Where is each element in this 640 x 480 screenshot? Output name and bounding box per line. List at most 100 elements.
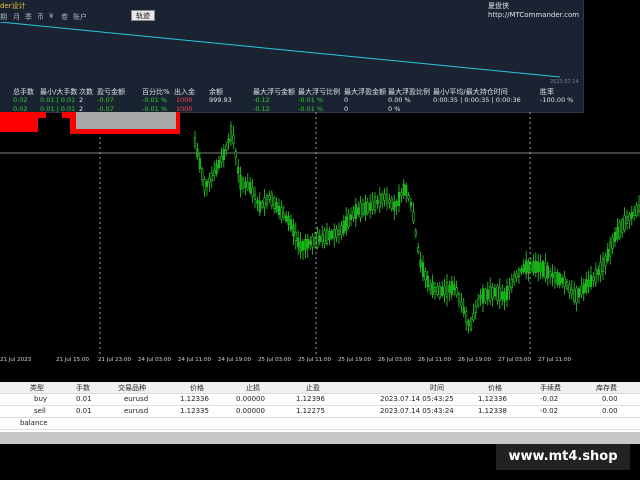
- x-axis-label: 25 Jul 03:00: [258, 357, 291, 363]
- candle-body: [438, 285, 441, 299]
- menu-item-yen[interactable]: ¥: [49, 12, 53, 20]
- candle-body: [604, 255, 607, 267]
- candle-body: [613, 232, 617, 242]
- equity-line: [0, 22, 561, 78]
- menu-item-quarter[interactable]: 季: [25, 12, 32, 22]
- candle-body: [388, 199, 391, 204]
- candle-body: [364, 201, 367, 216]
- candle-body: [376, 200, 379, 205]
- candle-body: [196, 148, 199, 158]
- cell-commission: -0.02: [540, 407, 559, 415]
- candle-body: [445, 282, 449, 298]
- candle-body: [294, 231, 297, 241]
- candle-body: [354, 204, 357, 219]
- menu-item-volume[interactable]: 卷: [61, 12, 68, 22]
- candle-body: [508, 286, 511, 291]
- candle-body: [229, 125, 233, 141]
- table-row[interactable]: buy 0.01 eurusd 1.12336 0.00000 1.12396 …: [0, 394, 640, 406]
- table-row-balance[interactable]: balance: [0, 418, 640, 430]
- candle-body: [429, 284, 432, 290]
- candle-body: [561, 278, 564, 284]
- candle-body: [201, 168, 204, 181]
- candle-body: [234, 151, 237, 159]
- candle-body: [472, 313, 475, 321]
- stats-panel: der设计 夏盘侠 http://MTCommander.com 期 月 季 币…: [0, 0, 584, 113]
- window-title: der设计: [0, 2, 26, 10]
- candle-body: [457, 293, 461, 302]
- candle-body: [589, 275, 593, 287]
- candle-body: [241, 178, 245, 189]
- candle-body: [215, 163, 218, 174]
- candle-body: [481, 288, 485, 304]
- stats-value: 0.01 | 0.01: [40, 96, 76, 104]
- candle-body: [304, 239, 307, 251]
- stats-value: -100.00 %: [540, 96, 574, 104]
- candle-body: [479, 294, 482, 299]
- column-header-price: 价格: [190, 384, 204, 392]
- candle-body: [258, 200, 261, 213]
- candle-body: [335, 228, 338, 238]
- candle-body: [253, 194, 257, 200]
- candle-body: [527, 261, 530, 273]
- candle-body: [594, 268, 597, 283]
- stats-header: 最大浮盈金额: [344, 88, 386, 96]
- cell-balance-label: balance: [20, 419, 48, 427]
- candle-body: [309, 240, 312, 245]
- candle-body: [431, 281, 434, 295]
- cell-close-price: 1.12336: [478, 395, 507, 403]
- menu-item-period[interactable]: 期: [0, 12, 7, 22]
- trend-button[interactable]: 轨迹: [131, 10, 155, 21]
- candle-body: [347, 213, 350, 228]
- candle-body: [318, 236, 321, 242]
- candle-body: [311, 236, 314, 248]
- candle-body: [419, 259, 422, 268]
- candle-body: [505, 286, 509, 300]
- candle-body: [453, 284, 456, 290]
- column-header-symbol: 交易品种: [118, 384, 146, 392]
- candle-body: [587, 279, 590, 287]
- candle-body: [227, 138, 230, 143]
- cell-type: sell: [34, 407, 46, 415]
- menu-item-currency[interactable]: 币: [37, 12, 44, 22]
- candle-body: [246, 182, 249, 190]
- candle-body: [359, 202, 362, 218]
- candle-body: [275, 202, 278, 212]
- candle-body: [520, 268, 523, 273]
- cell-sl: 0.00000: [236, 395, 265, 403]
- candle-body: [529, 263, 533, 271]
- column-header-type: 类型: [30, 384, 44, 392]
- candle-body: [256, 199, 259, 204]
- column-header-swap: 库存费: [596, 384, 617, 392]
- candle-body: [321, 234, 324, 242]
- table-row[interactable]: sell 0.01 eurusd 1.12335 0.00000 1.12275…: [0, 406, 640, 418]
- cell-sl: 0.00000: [236, 407, 265, 415]
- menu-item-account[interactable]: 账户: [73, 12, 87, 22]
- candle-body: [546, 265, 549, 279]
- candle-body: [249, 182, 252, 193]
- price-chart[interactable]: [0, 112, 640, 382]
- candle-body: [220, 155, 223, 163]
- candle-body: [503, 291, 506, 302]
- candle-body: [426, 276, 429, 288]
- candle-body: [193, 137, 197, 147]
- candle-body: [573, 290, 576, 302]
- candle-body: [448, 285, 451, 293]
- horizontal-scrollbar[interactable]: [0, 432, 640, 444]
- candle-body: [306, 238, 309, 249]
- candle-body: [203, 179, 206, 192]
- menu-item-month[interactable]: 月: [13, 12, 20, 22]
- candle-body: [469, 318, 473, 330]
- candle-body: [328, 230, 331, 241]
- x-axis-label: 26 Jul 11:00: [418, 357, 451, 363]
- candle-body: [407, 195, 410, 200]
- candle-body: [498, 287, 501, 302]
- candle-body: [222, 148, 225, 160]
- candle-body: [597, 269, 600, 275]
- candle-body: [630, 212, 633, 219]
- candle-body: [493, 287, 497, 297]
- column-header-sl: 止损: [246, 384, 260, 392]
- candle-body: [297, 237, 300, 248]
- candle-body: [532, 261, 535, 273]
- mini-chart-date: 2023.07.14: [550, 79, 579, 85]
- candle-body: [217, 160, 221, 168]
